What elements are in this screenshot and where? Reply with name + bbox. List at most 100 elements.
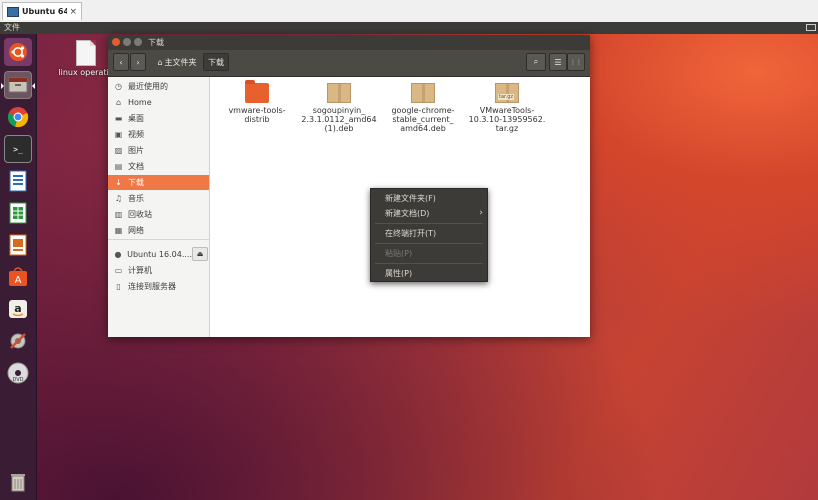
- file-manager-window: 下载 ‹ › ⌂ 主文件夹 下载 ⌕ ☰ ⋮⋮ ◷ 最近使用的 ⌂ Home ▬ 桌面…: [108, 35, 590, 337]
- sidebar-divider: [108, 239, 209, 240]
- sidebar-item-videos[interactable]: ▣ 视频: [108, 127, 209, 142]
- vm-icon: [7, 6, 19, 17]
- back-icon: ‹: [119, 57, 123, 67]
- dvd-icon[interactable]: DVD: [4, 359, 32, 387]
- file-item[interactable]: vmware-tools- distrib: [216, 80, 298, 124]
- menu-separator: [375, 243, 483, 244]
- menu-item-properties[interactable]: 属性(P): [371, 266, 487, 281]
- menu-item-label: 新建文档(D): [385, 209, 430, 218]
- window-maximize-button[interactable]: [134, 38, 142, 46]
- sidebar-item-pictures[interactable]: ▨ 图片: [108, 143, 209, 158]
- sidebar-item-label: 音乐: [128, 194, 144, 203]
- sidebar-item-label: 视频: [128, 130, 144, 139]
- vm-tab-title: Ubuntu 64 位: [22, 7, 68, 16]
- file-menu[interactable]: 文件: [4, 22, 20, 34]
- file-item[interactable]: VMwareTools- 10.3.10-13959562. tar.gz: [466, 83, 548, 133]
- sidebar-item-downloads[interactable]: ↓ 下载: [108, 175, 209, 190]
- libreoffice-impress-icon[interactable]: [4, 231, 32, 259]
- list-view-button[interactable]: ☰: [549, 53, 567, 71]
- video-icon: ▣: [114, 130, 123, 139]
- eject-icon: ⏏: [196, 250, 204, 258]
- sidebar: ◷ 最近使用的 ⌂ Home ▬ 桌面 ▣ 视频 ▨ 图片 ▤ 文档 ↓ 下载 ♫ 音乐 ▥ 回收…: [108, 77, 210, 337]
- package-icon: [411, 83, 435, 103]
- breadcrumb-current-label: 下载: [208, 57, 224, 67]
- trash-icon: ▥: [114, 210, 123, 219]
- vm-tabbar: Ubuntu 64 位 ×: [0, 0, 818, 23]
- sidebar-item-ubuntu-volume[interactable]: ● Ubuntu 16.04....: [108, 247, 192, 262]
- window-minimize-button[interactable]: [123, 38, 131, 46]
- file-item[interactable]: google-chrome- stable_current_ amd64.deb: [382, 83, 464, 133]
- menu-item-open-in-terminal[interactable]: 在终端打开(T): [371, 226, 487, 241]
- file-name: google-chrome- stable_current_ amd64.deb: [391, 106, 455, 133]
- libreoffice-calc-icon[interactable]: [4, 199, 32, 227]
- grid-view-button[interactable]: ⋮⋮: [567, 53, 585, 71]
- focus-indicator: [32, 83, 35, 89]
- computer-icon: ▭: [114, 266, 123, 275]
- package-icon: [327, 83, 351, 103]
- files-app-icon[interactable]: [4, 71, 32, 99]
- sidebar-item-connect-server[interactable]: ▯ 连接到服务器: [108, 279, 209, 294]
- clock-icon: ◷: [115, 82, 122, 91]
- menu-item-new-folder[interactable]: 新建文件夹(F): [371, 191, 487, 206]
- home-icon: ⌂: [157, 57, 163, 67]
- menu-item-new-document[interactable]: 新建文档(D) ›: [371, 206, 487, 221]
- server-icon: ▯: [116, 282, 121, 291]
- vm-tab[interactable]: Ubuntu 64 位 ×: [2, 2, 82, 20]
- breadcrumb-home[interactable]: ⌂ 主文件夹: [153, 53, 201, 71]
- window-title: 下载: [148, 38, 164, 47]
- sidebar-item-computer[interactable]: ▭ 计算机: [108, 263, 209, 278]
- window-titlebar[interactable]: 下载: [108, 35, 590, 50]
- sidebar-item-label: 计算机: [128, 266, 152, 275]
- sidebar-item-label: 网络: [128, 226, 144, 235]
- desktop-icon: ▬: [114, 114, 123, 123]
- keyboard-icon[interactable]: [806, 24, 816, 31]
- svg-text:a: a: [14, 302, 21, 315]
- context-menu: 新建文件夹(F) 新建文档(D) › 在终端打开(T) 粘贴(P) 属性(P): [370, 188, 488, 282]
- sidebar-item-trash[interactable]: ▥ 回收站: [108, 207, 209, 222]
- picture-icon: ▨: [114, 146, 123, 155]
- music-icon: ♫: [114, 194, 123, 203]
- sidebar-item-label: 图片: [128, 146, 144, 155]
- vm-tab-close-icon[interactable]: ×: [69, 7, 77, 17]
- download-icon: ↓: [115, 178, 122, 187]
- eject-button[interactable]: ⏏: [192, 247, 208, 261]
- system-settings-icon[interactable]: [4, 327, 32, 355]
- window-close-button[interactable]: [112, 38, 120, 46]
- sidebar-item-label: Home: [128, 98, 152, 107]
- breadcrumb-current[interactable]: 下载: [203, 53, 229, 71]
- breadcrumb-home-label: 主文件夹: [164, 57, 197, 67]
- file-name: vmware-tools- distrib: [228, 106, 286, 124]
- submenu-arrow-icon: ›: [479, 208, 483, 218]
- sidebar-item-label: 文档: [128, 162, 144, 171]
- sidebar-item-recent[interactable]: ◷ 最近使用的: [108, 79, 209, 94]
- sidebar-item-label: 回收站: [128, 210, 152, 219]
- libreoffice-writer-icon[interactable]: [4, 167, 32, 195]
- software-center-icon[interactable]: A: [4, 263, 32, 291]
- sidebar-item-label: 桌面: [128, 114, 144, 123]
- amazon-icon[interactable]: a: [4, 295, 32, 323]
- file-name: VMwareTools- 10.3.10-13959562. tar.gz: [468, 106, 546, 133]
- sidebar-item-home[interactable]: ⌂ Home: [108, 95, 209, 110]
- file-item[interactable]: sogoupinyin_ 2.3.1.0112_amd64 (1).deb: [298, 83, 380, 133]
- sidebar-item-label: Ubuntu 16.04....: [127, 250, 192, 259]
- file-name: sogoupinyin_ 2.3.1.0112_amd64 (1).deb: [301, 106, 377, 133]
- menu-separator: [375, 223, 483, 224]
- sidebar-item-network[interactable]: ▦ 网络: [108, 223, 209, 238]
- sidebar-item-music[interactable]: ♫ 音乐: [108, 191, 209, 206]
- network-icon: ▦: [114, 226, 123, 235]
- forward-button[interactable]: ›: [130, 53, 146, 71]
- sidebar-item-label: 最近使用的: [128, 82, 168, 91]
- sidebar-item-documents[interactable]: ▤ 文档: [108, 159, 209, 174]
- ubuntu-top-panel: 文件: [0, 22, 818, 34]
- trash-icon[interactable]: [4, 468, 32, 496]
- chrome-icon[interactable]: [4, 103, 32, 131]
- dash-home-icon[interactable]: [4, 38, 32, 66]
- svg-text:DVD: DVD: [12, 377, 23, 383]
- disk-icon: ●: [114, 250, 122, 259]
- search-button[interactable]: ⌕: [526, 53, 546, 71]
- desktop-file[interactable]: linux operatio: [56, 40, 116, 77]
- sidebar-item-desktop[interactable]: ▬ 桌面: [108, 111, 209, 126]
- forward-icon: ›: [136, 57, 140, 67]
- back-button[interactable]: ‹: [113, 53, 129, 71]
- terminal-icon[interactable]: >_: [4, 135, 32, 163]
